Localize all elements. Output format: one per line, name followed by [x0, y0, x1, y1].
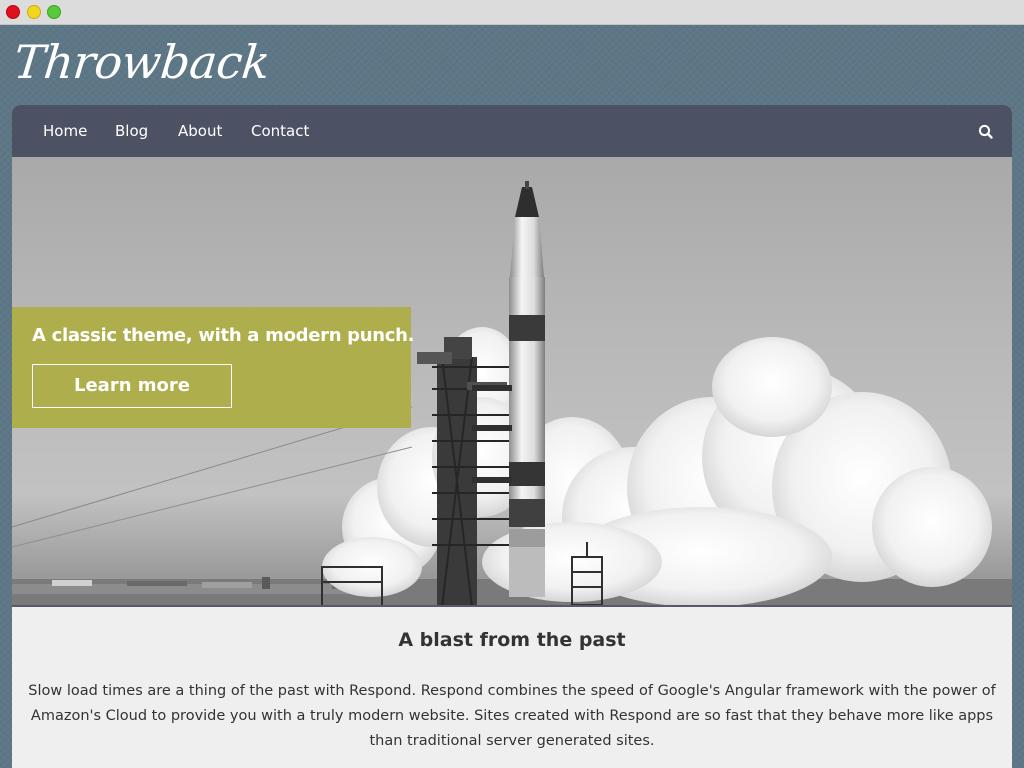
learn-more-button[interactable]: Learn more: [32, 364, 232, 408]
page-container: Home Blog About Contact A classic theme,…: [12, 105, 1012, 768]
window-close-button[interactable]: [6, 5, 20, 19]
hero-divider: [12, 605, 1012, 607]
window-maximize-button[interactable]: [47, 5, 61, 19]
window-minimize-button[interactable]: [27, 5, 41, 19]
section-title: A blast from the past: [398, 629, 626, 651]
main-navbar: Home Blog About Contact: [12, 105, 1012, 157]
hero-promo-box: A classic theme, with a modern punch. Le…: [12, 307, 415, 428]
nav-item-about[interactable]: About: [178, 105, 222, 157]
site-logo[interactable]: Throwback: [11, 32, 273, 92]
section-body-text: Slow load times are a thing of the past …: [28, 683, 996, 749]
hero-banner: A classic theme, with a modern punch. Le…: [12, 157, 1012, 607]
hero-heading: A classic theme, with a modern punch.: [32, 325, 415, 346]
window-titlebar: [0, 0, 1024, 25]
search-icon[interactable]: [977, 123, 995, 141]
nav-item-blog[interactable]: Blog: [115, 105, 148, 157]
nav-item-contact[interactable]: Contact: [251, 105, 309, 157]
nav-item-home[interactable]: Home: [43, 105, 87, 157]
